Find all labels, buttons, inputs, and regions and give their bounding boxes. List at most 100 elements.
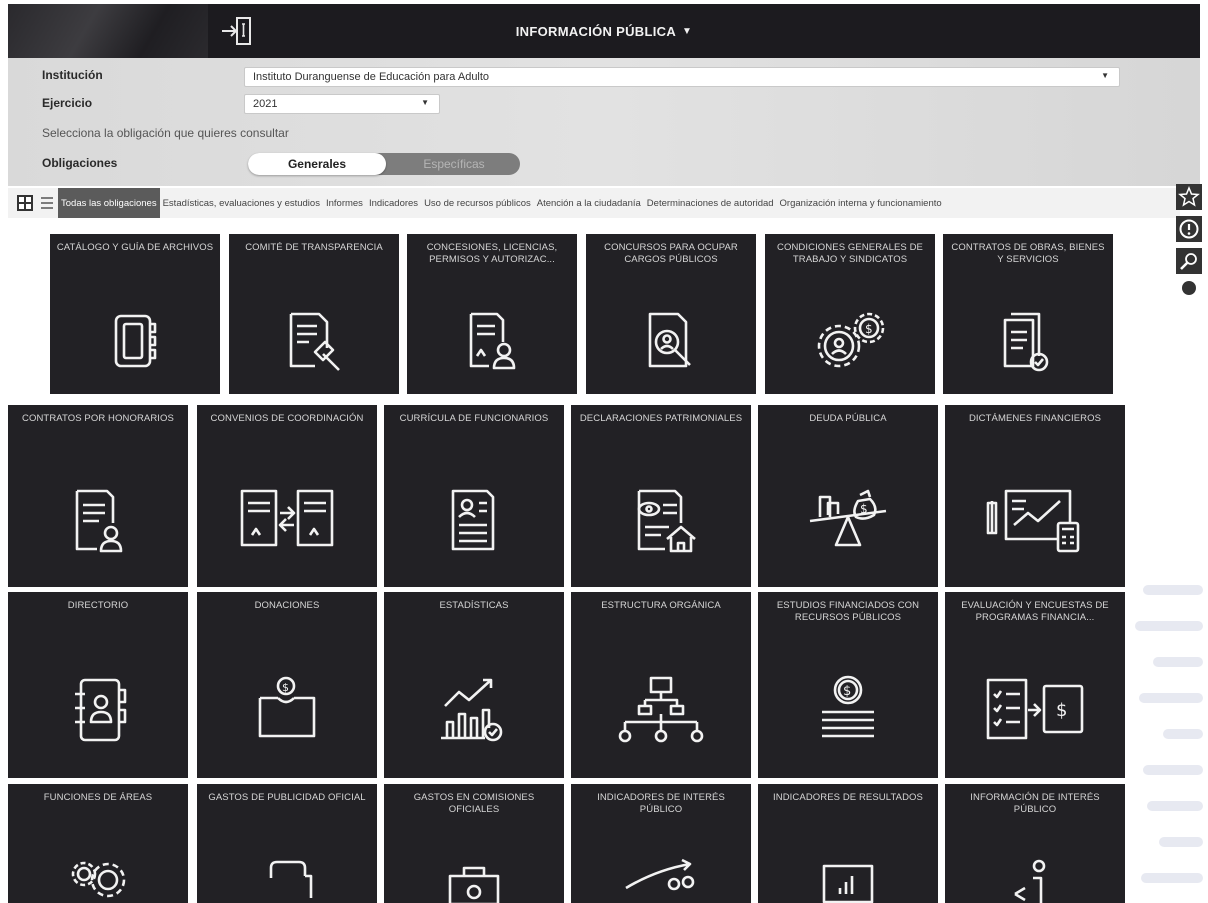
publicity-icon [269,860,313,898]
alert-icon[interactable] [1176,216,1202,242]
gears-money-icon: $ [817,312,885,368]
tile-catalogo[interactable]: Catálogo y guía de archivos [50,234,220,394]
side-toolbar: 0 [1176,184,1204,331]
tile-deuda[interactable]: Deuda pública $ [758,405,938,587]
category-internal-organization[interactable]: Organización interna y funcionamiento [777,188,945,218]
obligation-prompt: Selecciona la obligación que quieres con… [42,126,289,140]
org-chart-icon [618,676,704,743]
category-citizen-attention[interactable]: Atención a la ciudadanía [534,188,644,218]
svg-text:$: $ [865,322,873,336]
tile-gastos-comisiones[interactable]: Gastos en comisiones oficiales [384,784,564,903]
tile-indicadores-interes[interactable]: Indicadores de interés público [571,784,751,903]
tile-contratos-honorarios[interactable]: Contratos por honorarios [8,405,188,587]
tile-label: Currícula de funcionarios [399,413,549,424]
document-gavel-icon [289,312,340,371]
tile-estructura[interactable]: Estructura orgánica [571,592,751,778]
toggle-generales[interactable]: Generales [248,153,386,175]
tile-label: Gastos de publicidad oficial [208,792,366,803]
bar-chart-icon [441,678,503,742]
donation-box-icon: $ [258,676,316,738]
resume-icon [451,489,495,551]
tile-declaraciones[interactable]: Declaraciones patrimoniales [571,405,751,587]
tile-indicadores-resultados[interactable]: Indicadores de resultados [758,784,938,903]
obligations-toggle[interactable]: Generales Específicas [248,153,520,175]
tile-curricula[interactable]: Currícula de funcionarios [384,405,564,587]
filter-panel: Institución Instituto Duranguense de Edu… [8,58,1200,186]
tile-concesiones[interactable]: Concesiones, licencias, permisos y autor… [407,234,577,394]
notification-badge[interactable] [1181,280,1197,296]
tile-label: Deuda pública [809,413,887,424]
board-chart-icon [986,489,1080,553]
svg-text:$: $ [843,684,851,699]
tile-comite[interactable]: Comité de transparencia [229,234,399,394]
chevron-down-icon: ▼ [1101,71,1109,80]
scale-money-icon: $ [809,489,887,547]
toggle-especificas[interactable]: Específicas [388,153,520,175]
tile-donaciones[interactable]: Donaciones $ [197,592,377,778]
tile-label: Concursos para ocupar cargos públicos [604,242,738,265]
institution-select-value: Instituto Duranguense de Educación para … [253,71,490,83]
tile-label: Directorio [67,600,129,611]
tile-label: Declaraciones patrimoniales [579,413,743,424]
tile-concursos[interactable]: Concursos para ocupar cargos públicos [586,234,756,394]
gears-icon [71,861,126,898]
tile-label: Indicadores de resultados [773,792,923,803]
category-authority-determinations[interactable]: Determinaciones de autoridad [644,188,777,218]
tile-label: Funciones de áreas [43,792,153,803]
svg-text:$: $ [282,681,289,694]
tile-label: Dictámenes financieros [968,413,1102,424]
year-select[interactable]: 2021 ▼ [244,94,440,114]
accessibility-star-icon[interactable] [1176,184,1202,210]
document-search-icon [648,312,691,368]
tile-estudios[interactable]: Estudios financiados con recursos públic… [758,592,938,778]
category-indicators[interactable]: Indicadores [366,188,421,218]
tile-label: Contratos de obras, bienes y servicios [951,242,1105,265]
list-view-icon[interactable] [36,192,58,214]
login-icon[interactable] [218,14,254,48]
page-title-label[interactable]: INFORMACIÓN PÚBLICA [516,24,676,39]
grid-view-icon[interactable] [14,192,36,214]
tile-label: Donaciones [254,600,320,611]
binder-icon [114,314,157,368]
coins-stack-icon: $ [822,675,874,738]
category-bar: Todas las obligaciones Estadísticas, eva… [8,188,1180,218]
info-icon [1014,859,1046,903]
documents-check-icon [1003,312,1049,372]
tile-label: Convenios de coordinación [210,413,364,424]
tile-funciones[interactable]: Funciones de áreas [8,784,188,903]
tile-label: Información de interés público [970,792,1100,815]
tile-label: Concesiones, licencias, permisos y autor… [426,242,558,265]
category-public-resources[interactable]: Uso de recursos públicos [421,188,534,218]
institution-select[interactable]: Instituto Duranguense de Educación para … [244,67,1120,87]
tile-convenios[interactable]: Convenios de coordinación [197,405,377,587]
tile-contratos-obras[interactable]: Contratos de obras, bienes y servicios [943,234,1113,394]
briefcase-icon [448,866,500,903]
svg-text:$: $ [860,502,868,516]
category-statistics[interactable]: Estadísticas, evaluaciones y estudios [160,188,323,218]
chevron-down-icon[interactable]: ▼ [682,26,692,37]
background-watermark [1135,585,1203,883]
top-bar: INFORMACIÓN PÚBLICA ▼ [8,4,1200,58]
notification-badge-count: 0 [1186,322,1192,331]
tile-label: Estadísticas [439,600,509,611]
chevron-down-icon: ▼ [421,98,429,107]
tile-condiciones[interactable]: Condiciones generales de trabajo y sindi… [765,234,935,394]
document-person-icon [75,489,123,553]
documents-exchange-icon [240,489,334,547]
tile-dictamenes[interactable]: Dictámenes financieros [945,405,1125,587]
category-reports[interactable]: Informes [323,188,366,218]
contacts-book-icon [75,678,127,742]
tile-evaluacion[interactable]: Evaluación y encuestas de programas fina… [945,592,1125,778]
tile-gastos-publicidad[interactable]: Gastos de publicidad oficial [197,784,377,903]
wrench-icon[interactable] [1176,248,1202,274]
tile-informacion-interes[interactable]: Información de interés público [945,784,1125,903]
tile-estadisticas[interactable]: Estadísticas [384,592,564,778]
category-all[interactable]: Todas las obligaciones [58,188,160,218]
document-house-icon [637,489,696,553]
obligations-label: Obligaciones [42,156,118,170]
tile-directorio[interactable]: Directorio [8,592,188,778]
tile-label: Indicadores de interés público [597,792,725,815]
tile-label: Contratos por honorarios [22,413,174,424]
monitor-chart-icon [822,864,874,903]
tile-label: Gastos en comisiones oficiales [413,792,535,815]
